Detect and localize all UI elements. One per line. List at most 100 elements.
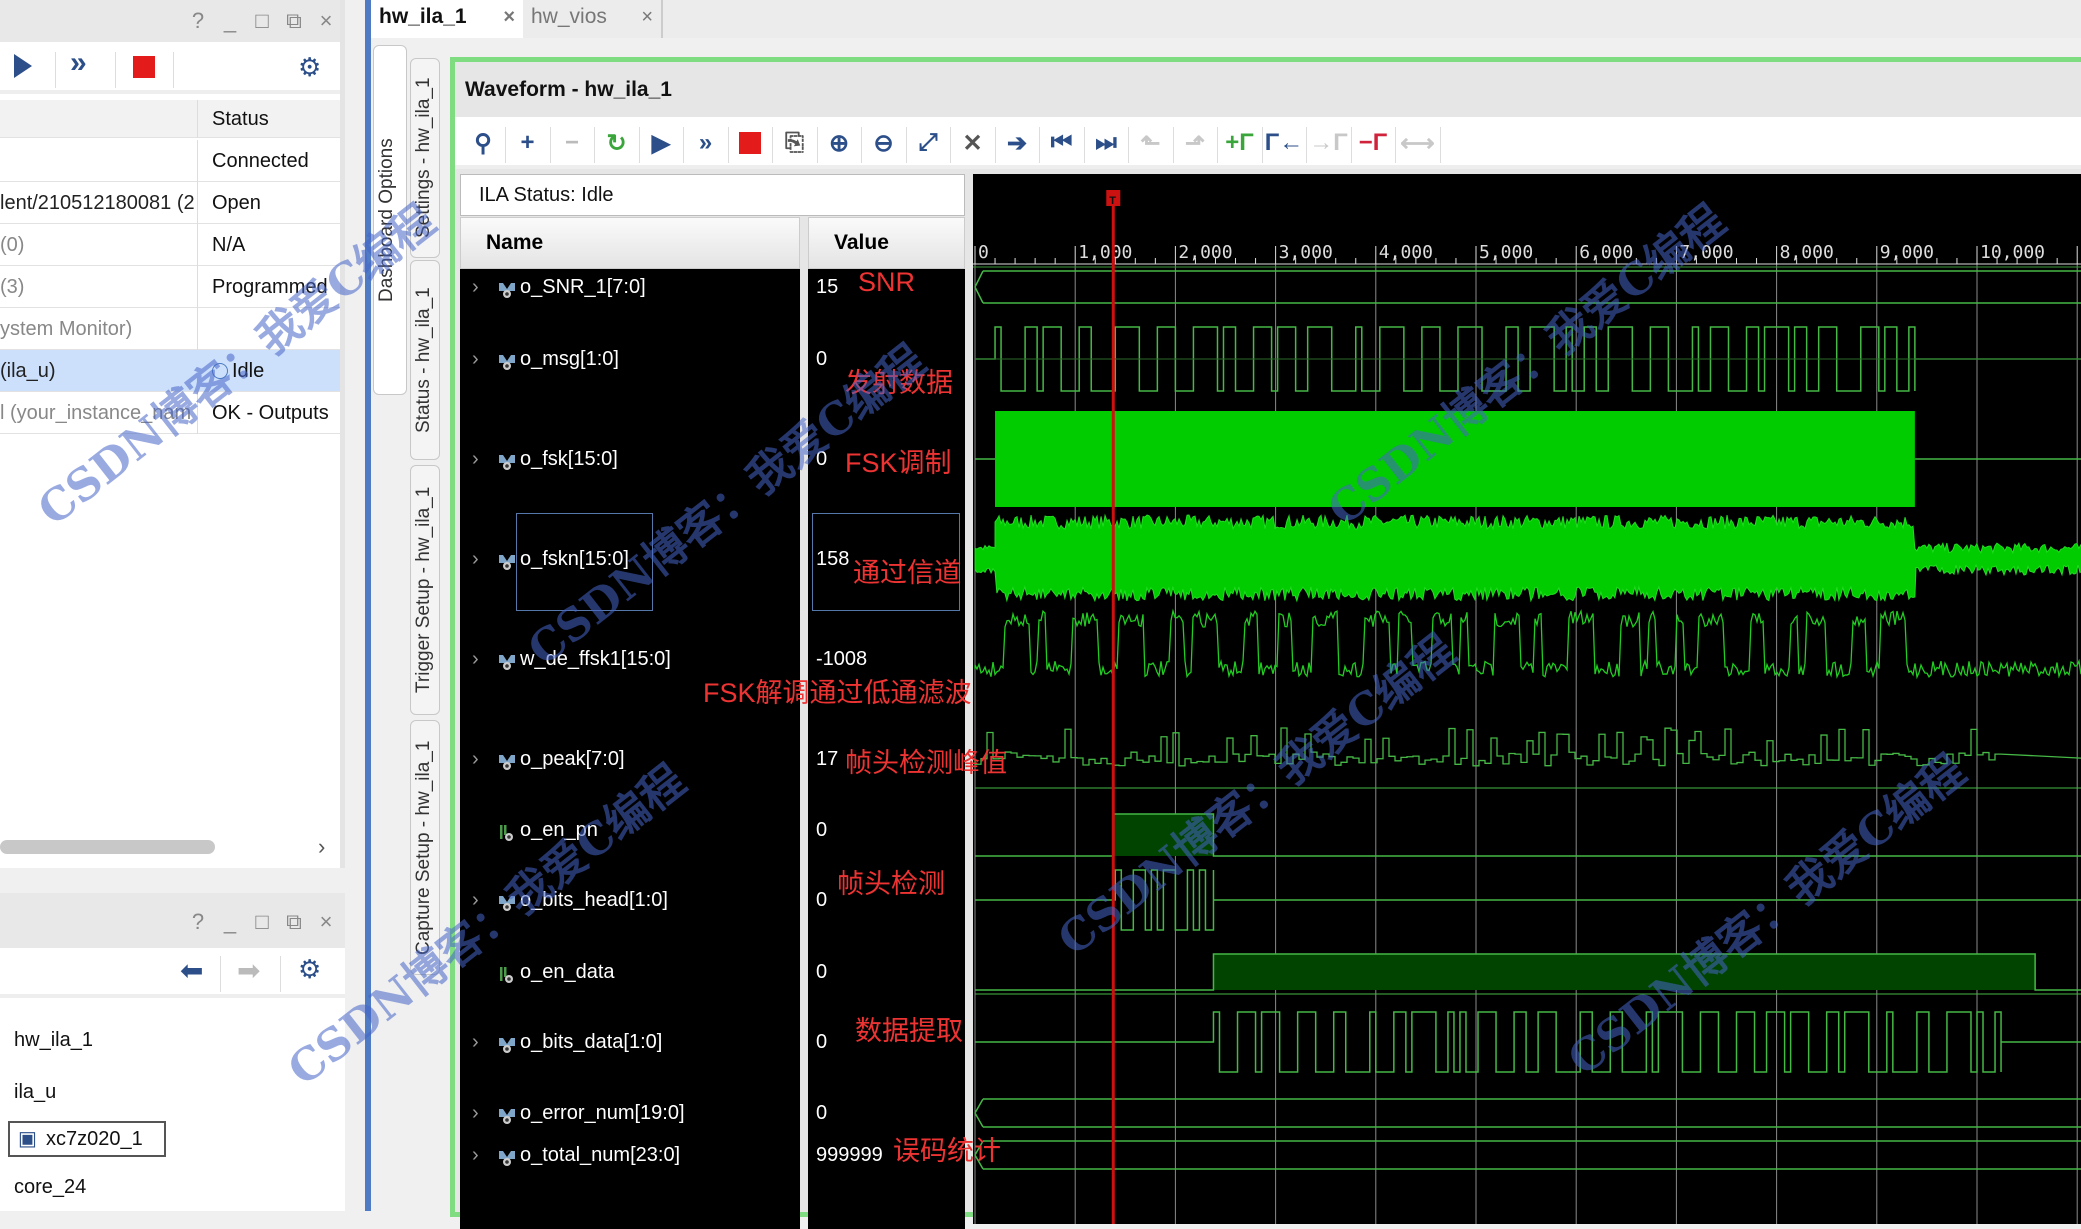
stop-icon[interactable] [133, 56, 155, 78]
signal-row[interactable]: › o_peak[7:0] [460, 744, 800, 774]
minimize-icon[interactable]: _ [221, 8, 239, 34]
stop-icon[interactable] [732, 125, 768, 161]
back-arrow-icon[interactable]: ⬅ [180, 954, 203, 987]
side-tab-trigger-setup[interactable]: Trigger Setup - hw_ila_1 [410, 465, 440, 715]
previous-transition-icon[interactable]: ⬑ [1133, 125, 1169, 161]
waveform-svg[interactable]: 0 1,000 2,000 3,000 4,000 5,000 6,000 7,000 8,00… [973, 174, 2081, 1224]
bus-signal-icon [498, 278, 516, 298]
table-row[interactable]: l (your_instance_nam OK - Outputs [0, 392, 340, 434]
name-column-header[interactable] [0, 100, 198, 138]
help-icon[interactable]: ? [189, 909, 207, 935]
table-row[interactable]: (0) N/A [0, 224, 340, 266]
close-icon[interactable]: × [317, 8, 335, 34]
expand-chevron-icon[interactable]: › [472, 644, 479, 674]
table-row[interactable]: Connected [0, 140, 340, 182]
waveform-canvas[interactable]: 0 1,000 2,000 3,000 4,000 5,000 6,000 7,000 8,00… [973, 174, 2081, 1224]
device-chip[interactable]: ▣ xc7z020_1 [8, 1121, 166, 1157]
signal-value: 0 [816, 889, 828, 911]
add-marker-icon[interactable]: +Γ [1222, 125, 1258, 161]
run-immediate-icon[interactable]: » [688, 125, 724, 161]
status-column-header[interactable]: Status [200, 100, 340, 138]
expand-chevron-icon[interactable]: › [472, 1098, 479, 1128]
zoom-out-icon[interactable]: ⊖ [866, 125, 902, 161]
go-to-cursor-icon[interactable]: ➔ [999, 125, 1035, 161]
cursor-off-icon[interactable]: ✕ [955, 125, 991, 161]
side-tab-dashboard-options[interactable]: Dashboard Options [373, 45, 407, 395]
tick-label: 0 [978, 242, 989, 263]
tab-hw-vios[interactable]: hw_vios × [523, 0, 663, 38]
zoom-in-icon[interactable]: ⊕ [821, 125, 857, 161]
tick-label: 4,000 [1379, 242, 1433, 263]
table-row[interactable]: ystem Monitor) [0, 308, 340, 350]
swap-cursor-marker-icon[interactable]: ⟷ [1400, 125, 1436, 161]
tab-hw-ila-1[interactable]: hw_ila_1 × [371, 0, 523, 38]
signal-row[interactable]: › w_de_ffsk1[15:0] [460, 644, 800, 674]
float-icon[interactable]: ⧉ [285, 909, 303, 935]
document-tabs: hw_ila_1 × hw_vios × [371, 0, 2081, 38]
add-icon[interactable]: + [510, 125, 546, 161]
remove-icon[interactable]: − [554, 125, 590, 161]
previous-marker-icon[interactable]: Γ← [1265, 125, 1303, 161]
expand-chevron-icon[interactable]: › [472, 272, 479, 302]
next-transition-icon[interactable]: ⬏ [1177, 125, 1213, 161]
maximize-icon[interactable]: □ [253, 909, 271, 935]
signal-row[interactable]: › o_msg[1:0] [460, 344, 800, 374]
value-column-header[interactable]: Value [808, 217, 965, 269]
export-icon[interactable]: ⎘ [777, 125, 813, 161]
signal-row[interactable]: › o_error_num[19:0] [460, 1098, 800, 1128]
expand-chevron-icon[interactable]: › [472, 344, 479, 374]
go-to-start-icon[interactable]: ⏮ [1044, 125, 1080, 161]
run-immediate-icon[interactable]: » [70, 46, 87, 80]
gear-icon[interactable]: ⚙ [298, 52, 321, 83]
expand-chevron-icon[interactable]: › [472, 444, 479, 474]
side-tab-capture-setup[interactable]: Capture Setup - hw_ila_1 [410, 720, 440, 975]
run-trigger-for-this-ila-icon[interactable]: ↻ [599, 125, 635, 161]
signal-row[interactable]: › o_SNR_1[7:0] [460, 272, 800, 302]
gear-icon[interactable]: ⚙ [298, 954, 321, 985]
expand-chevron-icon[interactable]: › [472, 744, 479, 774]
expand-chevron-icon[interactable]: › [472, 1027, 479, 1057]
name-column-header[interactable]: Name [460, 217, 800, 269]
table-row[interactable]: (3) Programmed [0, 266, 340, 308]
signal-row[interactable]: › o_bits_data[1:0] [460, 1027, 800, 1057]
signal-row[interactable]: o_en_pn [460, 815, 800, 845]
expand-chevron-icon[interactable]: › [472, 885, 479, 915]
horizontal-scrollbar[interactable] [0, 840, 215, 854]
search-icon[interactable]: ⚲ [465, 125, 501, 161]
expand-chevron-icon[interactable]: › [472, 1140, 479, 1170]
close-tab-icon[interactable]: × [641, 0, 653, 34]
expand-chevron-icon[interactable]: › [472, 544, 479, 574]
forward-arrow-icon[interactable]: ➡ [237, 954, 260, 987]
signal-row[interactable]: › o_total_num[23:0] [460, 1140, 800, 1170]
next-marker-icon[interactable]: →Γ [1309, 125, 1347, 161]
run-trigger-icon[interactable] [14, 54, 32, 78]
wave-o-en-pn-high [1113, 814, 1214, 856]
close-icon[interactable]: × [317, 909, 335, 935]
idle-circle-icon [212, 363, 228, 379]
bus-signal-icon [498, 891, 516, 911]
bit-signal-icon [498, 963, 516, 983]
zoom-fit-icon[interactable]: ⤢ [910, 125, 946, 161]
table-row[interactable]: (ila_u) Idle [0, 350, 340, 392]
signal-name: o_bits_data[1:0] [520, 1031, 663, 1053]
close-tab-icon[interactable]: × [503, 0, 515, 34]
help-icon[interactable]: ? [189, 8, 207, 34]
signal-row[interactable]: o_en_data [460, 957, 800, 987]
run-icon[interactable]: ▶ [643, 125, 679, 161]
panel-divider[interactable] [365, 0, 371, 1211]
delete-marker-icon[interactable]: −Γ [1355, 125, 1391, 161]
signal-row[interactable]: › o_bits_head[1:0] [460, 885, 800, 915]
side-tab-settings[interactable]: Settings - hw_ila_1 [410, 58, 440, 258]
float-icon[interactable]: ⧉ [285, 8, 303, 34]
signal-name: o_bits_head[1:0] [520, 889, 668, 911]
go-to-end-icon[interactable]: ⏭ [1088, 125, 1124, 161]
scroll-right-icon[interactable]: › [318, 834, 325, 860]
tick-label: 7,000 [1679, 242, 1733, 263]
property-item-instance: ila_u [14, 1081, 57, 1103]
signal-row[interactable]: › o_fsk[15:0] [460, 444, 800, 474]
maximize-icon[interactable]: □ [253, 8, 271, 34]
side-tab-status[interactable]: Status - hw_ila_1 [410, 260, 440, 460]
table-row[interactable]: lent/210512180081 (2 Open [0, 182, 340, 224]
ila-status-value: Idle [581, 184, 614, 206]
minimize-icon[interactable]: _ [221, 909, 239, 935]
